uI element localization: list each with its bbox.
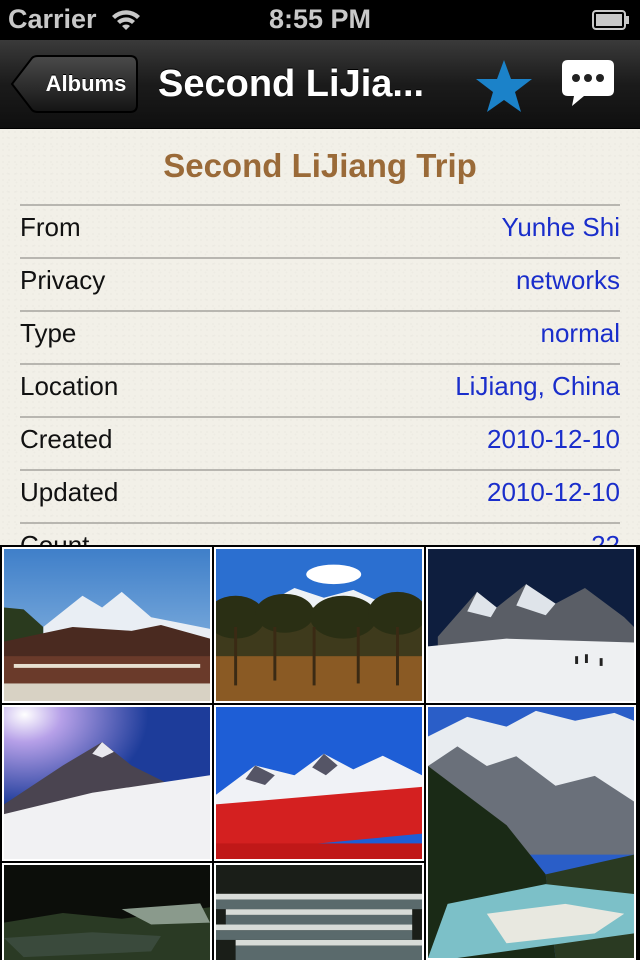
photo-image xyxy=(4,549,210,701)
album-details: Second LiJiang Trip From Yunhe Shi Priva… xyxy=(0,129,640,545)
comment-icon[interactable] xyxy=(560,58,616,108)
info-key: From xyxy=(20,212,81,242)
photo-image xyxy=(428,549,634,701)
status-bar: Carrier 8:55 PM xyxy=(0,0,640,40)
photo-image xyxy=(4,865,210,960)
info-row-location[interactable]: Location LiJiang, China xyxy=(20,363,620,416)
info-row-from[interactable]: From Yunhe Shi xyxy=(20,204,620,257)
star-icon[interactable] xyxy=(474,58,534,114)
photo-grid xyxy=(0,545,640,960)
navigation-bar: Albums Second LiJia... xyxy=(0,40,640,129)
back-button-label: Albums xyxy=(45,71,127,96)
albums-back-button[interactable]: Albums xyxy=(10,55,138,113)
photo-thumbnail[interactable] xyxy=(214,863,424,960)
photo-thumbnail[interactable] xyxy=(426,705,636,960)
info-value: 22 xyxy=(591,530,620,545)
photo-thumbnail[interactable] xyxy=(214,547,424,703)
album-info-list: From Yunhe Shi Privacy networks Type nor… xyxy=(20,204,620,545)
info-key: Count xyxy=(20,530,90,545)
photo-thumbnail[interactable] xyxy=(2,863,212,960)
photo-thumbnail[interactable] xyxy=(214,705,424,861)
info-key: Created xyxy=(20,424,113,454)
info-row-type[interactable]: Type normal xyxy=(20,310,620,363)
info-key: Privacy xyxy=(20,265,106,295)
nav-title: Second LiJia... xyxy=(158,63,425,105)
photo-image xyxy=(216,865,422,960)
battery-icon xyxy=(592,10,629,30)
info-row-count[interactable]: Count 22 xyxy=(20,522,620,545)
photo-thumbnail[interactable] xyxy=(2,705,212,861)
info-value: Yunhe Shi xyxy=(501,212,620,242)
info-key: Type xyxy=(20,318,77,348)
clock: 8:55 PM xyxy=(268,4,372,34)
photo-thumbnail[interactable] xyxy=(2,547,212,703)
photo-image xyxy=(4,707,210,859)
album-title: Second LiJiang Trip xyxy=(163,147,477,184)
info-row-privacy[interactable]: Privacy networks xyxy=(20,257,620,310)
info-value: 2010-12-10 xyxy=(487,424,620,454)
info-key: Location xyxy=(20,371,119,401)
photo-image xyxy=(216,549,422,701)
info-value: 2010-12-10 xyxy=(487,477,620,507)
info-value: LiJiang, China xyxy=(455,371,620,401)
photo-image xyxy=(216,707,422,859)
info-value: networks xyxy=(515,265,620,295)
info-value: normal xyxy=(540,318,620,348)
photo-thumbnail[interactable] xyxy=(426,547,636,703)
info-key: Updated xyxy=(20,477,119,507)
info-row-updated[interactable]: Updated 2010-12-10 xyxy=(20,469,620,522)
photo-image xyxy=(428,707,634,958)
info-row-created[interactable]: Created 2010-12-10 xyxy=(20,416,620,469)
